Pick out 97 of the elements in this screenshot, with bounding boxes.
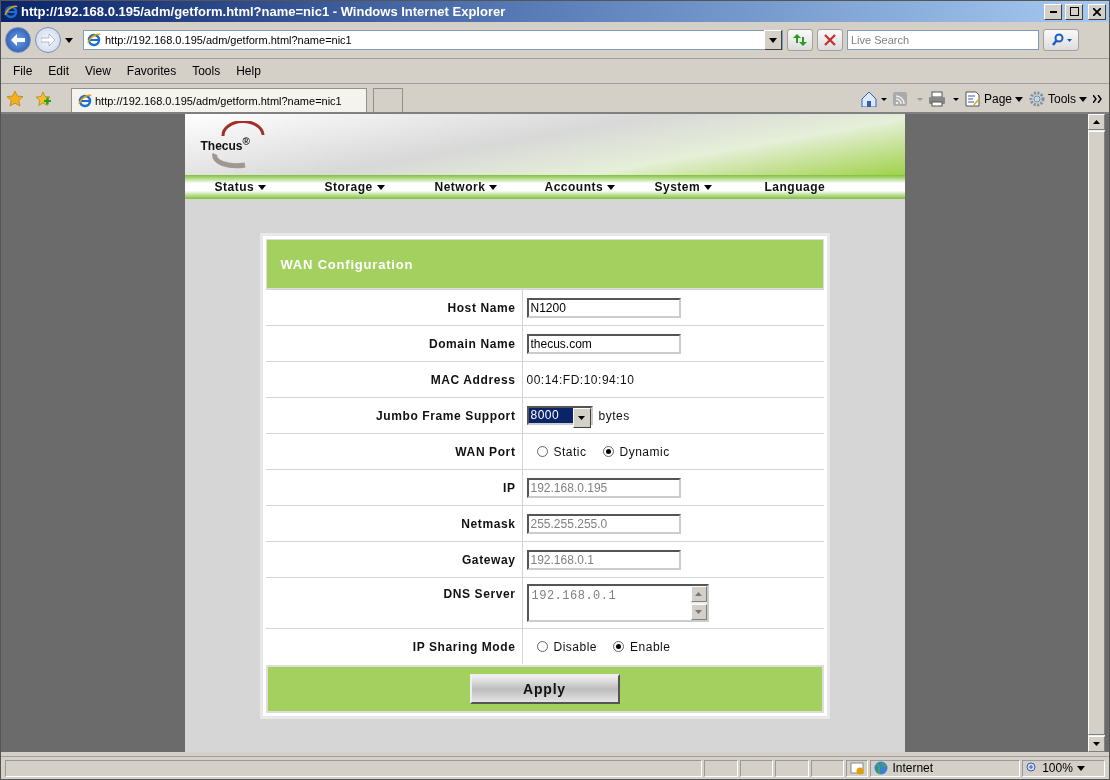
caret-icon <box>1079 96 1087 102</box>
home-button[interactable] <box>860 91 887 107</box>
lock-warning-icon <box>850 761 865 775</box>
print-button[interactable] <box>928 91 959 107</box>
radio-label: Static <box>553 444 587 459</box>
stop-icon <box>824 34 836 46</box>
scrollbar[interactable] <box>1088 114 1105 752</box>
refresh-button[interactable] <box>787 29 813 51</box>
star-plus-icon <box>35 91 51 107</box>
menu-item[interactable]: Tools <box>184 64 229 78</box>
field-label: Domain Name <box>265 326 523 361</box>
up-arrow-icon <box>695 592 702 596</box>
field-label: WAN Port <box>265 434 523 469</box>
caret-icon <box>769 37 777 43</box>
down-arrow-icon <box>1093 742 1100 746</box>
nav-menu-item[interactable]: Accounts <box>544 180 655 194</box>
window-title: http://192.168.0.195/adm/getform.html?name=nic1 - Windows Internet Explorer <box>21 4 507 19</box>
field-label: IP Sharing Mode <box>265 629 523 664</box>
apply-button[interactable]: Apply <box>469 674 620 704</box>
left-arrow-icon <box>11 34 25 46</box>
radio-button[interactable] <box>602 446 614 457</box>
command-button[interactable]: Page <box>964 91 1023 107</box>
caret-icon <box>258 184 267 190</box>
up-arrow-icon <box>1093 120 1100 124</box>
menu-item[interactable]: View <box>77 64 119 78</box>
form-title: WAN Configuration <box>265 239 824 289</box>
field-label: Host Name <box>265 290 523 325</box>
zoom-icon <box>1026 762 1039 774</box>
right-arrow-icon <box>41 34 55 46</box>
command-button[interactable]: Tools <box>1029 91 1087 107</box>
menu-item[interactable]: Favorites <box>118 64 185 78</box>
refresh-icon <box>792 33 808 47</box>
text-field[interactable]: N1200 <box>526 297 681 318</box>
caret-icon <box>1076 765 1085 771</box>
caret-icon <box>578 416 585 420</box>
stop-button[interactable] <box>817 29 843 51</box>
menu-item[interactable]: Help <box>228 64 269 78</box>
search-field[interactable]: Live Search <box>847 30 1039 50</box>
radio-label: Dynamic <box>619 444 670 459</box>
status-pane <box>775 759 809 777</box>
maximize-icon <box>1069 7 1079 16</box>
unit-label: bytes <box>598 408 630 423</box>
field-label: DNS Server <box>265 578 523 628</box>
caret-icon <box>376 184 385 190</box>
field-label: IP <box>265 470 523 505</box>
browser-icon <box>78 93 92 108</box>
dropdown-field[interactable]: 8000 <box>526 406 593 425</box>
menu-item[interactable]: Edit <box>40 64 78 78</box>
maximize-button[interactable] <box>1065 3 1083 20</box>
caret-icon <box>607 184 616 190</box>
browser-icon <box>87 33 101 47</box>
address-field[interactable]: http://192.168.0.195/adm/getform.html?name=nic1 <box>83 30 783 50</box>
nav-menu-item[interactable]: Status <box>214 180 325 194</box>
caret-icon <box>1015 96 1023 102</box>
field-label: Jumbo Frame Support <box>265 398 523 433</box>
down-arrow-icon <box>695 610 702 614</box>
nav-menu-item[interactable]: Storage <box>324 180 435 194</box>
forward-button[interactable] <box>35 27 61 53</box>
caret-icon <box>704 184 713 190</box>
field-label: Gateway <box>265 542 523 577</box>
search-icon <box>1050 33 1072 47</box>
caret-icon <box>489 184 498 190</box>
nav-menu-item[interactable]: System <box>654 180 765 194</box>
dropdown-button[interactable] <box>764 30 782 50</box>
radio-label: Disable <box>553 639 598 654</box>
caret-icon <box>65 37 73 43</box>
brand-logo: Thecus$^{®}$ <box>200 120 267 169</box>
minimize-button[interactable] <box>1044 3 1062 20</box>
radio-button[interactable] <box>613 641 625 652</box>
page-icon <box>964 91 981 107</box>
printer-icon <box>928 91 959 107</box>
nav-menu-item[interactable]: Language <box>764 180 875 194</box>
chevron-icon <box>1093 95 1103 103</box>
browser-tab[interactable]: http://192.168.0.195/adm/getform.html?name=nic1 <box>71 88 367 112</box>
radio-button[interactable] <box>536 446 548 457</box>
close-icon <box>1093 7 1101 16</box>
text-field[interactable]: thecus.com <box>526 333 681 354</box>
star-icon <box>7 91 23 107</box>
gear-icon <box>1029 91 1045 107</box>
radio-label: Enable <box>630 639 671 654</box>
radio-button[interactable] <box>536 641 548 652</box>
zone-label: Internet <box>892 761 934 775</box>
close-button[interactable] <box>1088 3 1106 20</box>
home-icon <box>860 91 887 107</box>
field-label: Netmask <box>265 506 523 541</box>
search-button[interactable] <box>1043 29 1079 51</box>
nav-menu-item[interactable]: Network <box>434 180 545 194</box>
mac-address-value: 00:14:FD:10:94:10 <box>526 372 635 387</box>
feed-icon <box>892 91 923 107</box>
field-label: MAC Address <box>265 362 523 397</box>
back-button[interactable] <box>5 27 31 53</box>
globe-icon <box>874 761 889 775</box>
menu-item[interactable]: File <box>5 64 41 78</box>
status-pane <box>810 759 845 777</box>
status-pane <box>739 759 774 777</box>
minimize-icon <box>1049 10 1057 13</box>
browser-icon <box>4 4 18 19</box>
